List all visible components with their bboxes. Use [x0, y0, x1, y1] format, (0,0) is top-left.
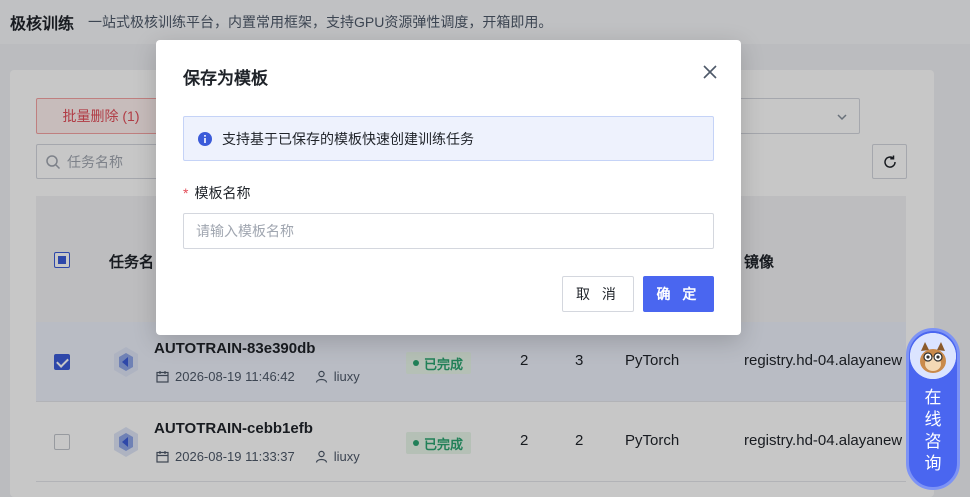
info-alert: 支持基于已保存的模板快速创建训练任务 — [183, 116, 714, 161]
save-template-dialog: 保存为模板 支持基于已保存的模板快速创建训练任务 * 模板名称 取 消 确 定 — [156, 40, 741, 335]
confirm-button[interactable]: 确 定 — [643, 276, 714, 312]
cancel-button[interactable]: 取 消 — [562, 276, 634, 312]
consult-label: 在线咨询 — [924, 388, 942, 473]
template-name-label: * 模板名称 — [183, 183, 250, 203]
info-text: 支持基于已保存的模板快速创建训练任务 — [222, 130, 474, 147]
close-icon[interactable] — [700, 62, 720, 82]
online-consult-button[interactable]: 在线咨询 — [906, 328, 960, 490]
info-icon — [198, 131, 212, 146]
template-name-label-text: 模板名称 — [194, 185, 251, 201]
mascot-avatar-icon — [910, 333, 956, 379]
template-name-input[interactable] — [183, 213, 714, 249]
required-mark: * — [183, 185, 189, 201]
dialog-title: 保存为模板 — [183, 69, 268, 88]
